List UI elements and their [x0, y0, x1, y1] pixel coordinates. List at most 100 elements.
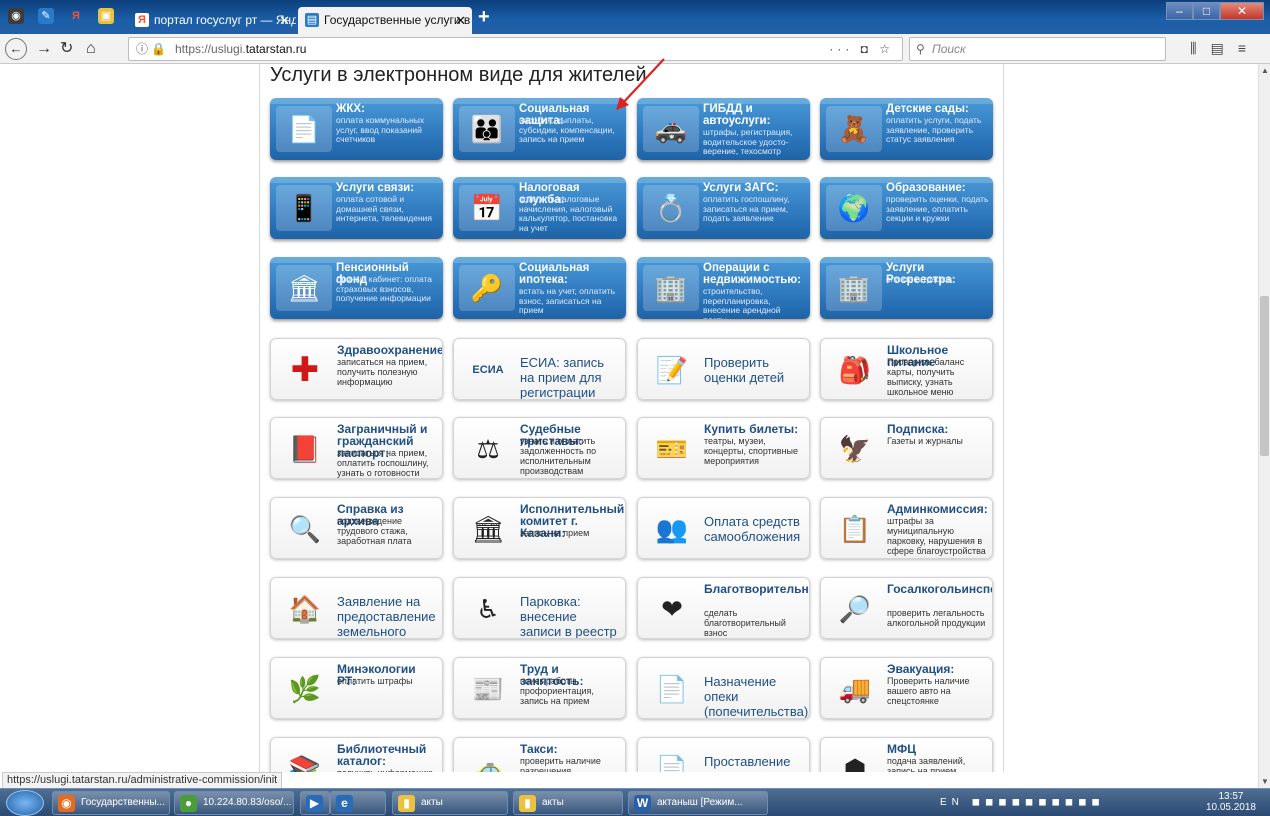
close-window-button[interactable]: ✕ — [1220, 2, 1264, 20]
pinned-tab-2[interactable]: ✎ — [38, 8, 54, 24]
service-tile[interactable]: ✚ Здравоохранение: записаться на прием, по… — [270, 338, 443, 400]
search-icon: ⚲ — [916, 42, 925, 56]
service-tile-primary[interactable]: 📄 ЖКХ: оплата коммунальных услуг, ввод пок… — [270, 98, 443, 160]
service-description: Личный кабинет: оплата страховых взносов… — [336, 274, 433, 303]
service-tile-primary[interactable]: 🏢 Услуги Росреестра: оплата штрафов — [820, 257, 993, 319]
taskbar-item[interactable]: ▶ — [300, 791, 330, 815]
pinned-tab-1[interactable]: ◉ — [8, 8, 24, 24]
service-tile[interactable]: 🔍 Справка из архива подтверждение трудовог… — [270, 497, 443, 559]
service-description: оплатить налоговые начисления, налоговый… — [519, 194, 618, 233]
address-bar[interactable]: ⓘ 🔒 https://uslugi.tatarstan.ru ··· ◘ ☆ — [128, 37, 903, 61]
taskbar-item[interactable]: ● 10.224.80.83/oso/... — [174, 791, 294, 815]
tab-yandex[interactable]: Я портал госуслуг рт — Яндекс ✕ — [128, 7, 296, 34]
service-icon: 🏠 — [288, 594, 322, 624]
tab-gosuslugi[interactable]: ▤ Государственные услуги в Ре ✕ — [298, 7, 472, 34]
service-icon: 🔑 — [459, 265, 515, 311]
service-icon: 📄 — [276, 106, 332, 152]
service-tile[interactable]: 📋 Админкомиссия: штрафы за муниципальную п… — [820, 497, 993, 559]
service-tile[interactable]: 🚕 Такси: проверить наличие разрешения — [453, 737, 626, 772]
service-tile[interactable]: 📄 Назначение опеки (попечительства) — [637, 657, 810, 719]
maximize-button[interactable]: □ — [1193, 2, 1220, 20]
service-tile-primary[interactable]: 🏛 Пенсионный фонд Личный кабинет: оплата с… — [270, 257, 443, 319]
service-tile[interactable]: 🔎 Госалкогольинспекция: проверить легально… — [820, 577, 993, 639]
service-tile[interactable]: ⬢ МФЦподача заявлений, запись на прием, п… — [820, 737, 993, 772]
info-icon[interactable]: ⓘ — [136, 38, 148, 60]
home-button[interactable]: ⌂ — [86, 38, 96, 60]
search-input[interactable]: ⚲ Поиск — [909, 37, 1166, 61]
service-tile-primary[interactable]: 🔑 Социальная ипотека: встать на учет, опла… — [453, 257, 626, 319]
service-tile[interactable]: ⚖ Судебные приставы: узнать и оплатить зад… — [453, 417, 626, 479]
service-label: Проставление апостиля на документе об об… — [704, 754, 791, 772]
page-actions[interactable]: ··· ◘ ☆ — [829, 38, 894, 60]
taskbar-app-icon: e — [336, 795, 353, 812]
close-tab-icon[interactable]: ✕ — [455, 7, 466, 34]
pinned-tab-4[interactable]: ▣ — [98, 8, 114, 24]
page-title: Услуги в электронном виде для жителей — [270, 64, 647, 86]
reload-button[interactable]: ↻ — [60, 38, 73, 60]
navigation-bar: ← → ↻ ⌂ ⓘ 🔒 https://uslugi.tatarstan.ru … — [0, 34, 1270, 64]
service-tile[interactable]: ♿ Парковка: внесение записи в реестр парк… — [453, 577, 626, 639]
taskbar-item[interactable]: Wактаныш [Режим... — [628, 791, 768, 815]
service-description: оплатить штрафы — [337, 676, 413, 686]
service-tile[interactable]: 📝 Проверить оценки детей — [637, 338, 810, 400]
service-tile[interactable]: 📄 Проставление апостиля на документе об о… — [637, 737, 810, 772]
search-placeholder: Поиск — [932, 42, 966, 56]
service-tile[interactable]: 🎫 Купить билеты: театры, музеи, концерты, … — [637, 417, 810, 479]
service-tile-primary[interactable]: 📱 Услуги связи: оплата сотовой и домашней … — [270, 177, 443, 239]
taskbar-item[interactable]: ◉ Государственны... — [52, 791, 170, 815]
minimize-button[interactable]: – — [1166, 2, 1193, 20]
window-controls: – □ ✕ — [1166, 2, 1264, 22]
service-description: записаться на прием, получить полезную и… — [337, 357, 428, 387]
service-tile-primary[interactable]: 👪 Социальная защита: пособия, выплаты, суб… — [453, 98, 626, 160]
service-tile[interactable]: 🎒 Школьное питание Проверить баланс карты,… — [820, 338, 993, 400]
service-description: оплата сотовой и домашней связи, интерне… — [336, 194, 433, 223]
service-tile-primary[interactable]: 🌍 Образование: проверить оценки, подать за… — [820, 177, 993, 239]
service-description: получить информацию о книгах — [337, 768, 438, 772]
service-title: Услуги ЗАГС: — [703, 182, 779, 194]
taskbar-item[interactable]: ▮ акты — [513, 791, 623, 815]
scrollbar[interactable]: ▲ ▼ — [1258, 64, 1270, 788]
service-description: записаться на прием, оплатить госпошлину… — [337, 448, 429, 478]
service-tile[interactable]: 🌿 Минэкологии РТ: оплатить штрафы — [270, 657, 443, 719]
service-tile[interactable]: 🏛 Исполнительный комитет г. Казани: запись… — [453, 497, 626, 559]
scroll-down-icon[interactable]: ▼ — [1261, 777, 1269, 786]
site-icon: ▤ — [305, 13, 319, 27]
pinned-tab-yandex[interactable]: Я — [68, 8, 84, 24]
service-tile[interactable]: ❤ Благотворительность: сделать благотворит… — [637, 577, 810, 639]
service-description: пособия, выплаты, субсидии, компенсации,… — [519, 115, 615, 144]
toolbar-icons[interactable]: ⫼▤≡ — [1190, 40, 1260, 57]
language-indicator[interactable]: EN — [940, 797, 964, 808]
new-tab-button[interactable]: + — [478, 6, 490, 29]
service-tile[interactable]: 🦅 Подписка: Газеты и журналы — [820, 417, 993, 479]
clock[interactable]: 13:57 10.05.2018 — [1206, 791, 1256, 813]
service-tile[interactable]: 👥 Оплата средств самообложения — [637, 497, 810, 559]
service-icon: 📰 — [471, 674, 505, 704]
service-icon: 📄 — [655, 674, 689, 704]
service-tile-primary[interactable]: 📅 Налоговая служба: оплатить налоговые нач… — [453, 177, 626, 239]
service-tile[interactable]: 📕 Заграничный и гражданский паспорт: запис… — [270, 417, 443, 479]
service-tile[interactable]: 🚚 Эвакуация: Проверить наличие вашего авто… — [820, 657, 993, 719]
service-icon: ✚ — [290, 351, 320, 389]
scroll-up-icon[interactable]: ▲ — [1261, 66, 1269, 75]
close-tab-icon[interactable]: ✕ — [279, 7, 290, 34]
system-tray[interactable]: EN ◼◼◼◼◼◼◼◼◼◼ — [940, 792, 1105, 814]
service-title: Библиотечный каталог: — [337, 742, 427, 768]
scroll-thumb[interactable] — [1260, 296, 1269, 456]
taskbar-item[interactable]: e — [330, 791, 386, 815]
service-label: Проверить оценки детей — [704, 355, 785, 385]
service-tile[interactable]: 📰 Труд и занятость: поиск работы, профорие… — [453, 657, 626, 719]
service-tile-primary[interactable]: 🧸 Детские сады: оплатить услуги, подать за… — [820, 98, 993, 160]
service-title: Образование: — [886, 182, 966, 194]
taskbar-item[interactable]: ▮ акты — [392, 791, 508, 815]
service-tile[interactable]: ЕСИА ЕСИА: запись на прием для регистраци… — [453, 338, 626, 400]
start-button[interactable] — [6, 790, 44, 816]
service-title: МФЦ — [887, 742, 917, 756]
service-tile-primary[interactable]: 💍 Услуги ЗАГС: оплатить госпошлину, записа… — [637, 177, 810, 239]
forward-button[interactable]: → — [36, 38, 52, 60]
service-tile-primary[interactable]: 🏢 Операции с недвижимостью: строительство,… — [637, 257, 810, 319]
back-button[interactable]: ← — [5, 38, 27, 60]
service-tile[interactable]: 🏠 Заявление на предоставление земельного … — [270, 577, 443, 639]
service-tile[interactable]: 📚 Библиотечный каталог:получить информаци… — [270, 737, 443, 772]
service-tile-primary[interactable]: 🚓 ГИБДД и автоуслуги: штрафы, регистрация,… — [637, 98, 810, 160]
taskbar-item-label: Государственны... — [81, 797, 165, 808]
